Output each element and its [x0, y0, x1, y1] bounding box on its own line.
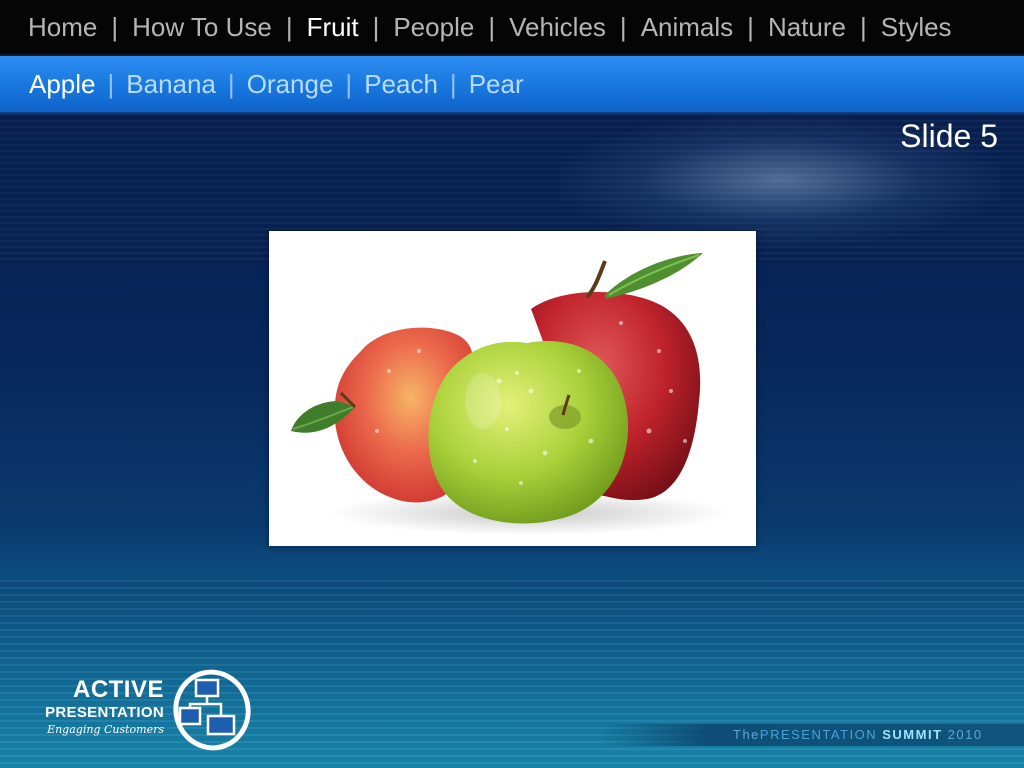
sub-nav-items: Apple | Banana | Orange | Peach | Pear: [29, 56, 524, 112]
nav-how-to-use[interactable]: How To Use: [132, 12, 272, 43]
nav-separator: |: [859, 11, 867, 42]
subnav-banana[interactable]: Banana: [126, 69, 216, 100]
subnav-separator: |: [449, 68, 457, 99]
footer-year: 2010: [947, 727, 983, 742]
footer-summit: SUMMIT: [882, 727, 943, 742]
nav-separator: |: [619, 11, 627, 42]
nav-home[interactable]: Home: [28, 12, 97, 43]
green-apple-shape: [428, 341, 629, 524]
slide-number: Slide 5: [900, 118, 998, 154]
logo-tagline: Engaging Customers: [47, 723, 164, 736]
apples-illustration: [291, 253, 729, 535]
nav-fruit[interactable]: Fruit: [307, 12, 359, 43]
subnav-separator: |: [345, 68, 353, 99]
subnav-apple[interactable]: Apple: [29, 69, 96, 100]
top-nav-bar: Home | How To Use | Fruit | People | Veh…: [0, 0, 1024, 56]
nav-separator: |: [111, 11, 119, 42]
footer-presentation: PRESENTATION: [759, 727, 878, 742]
nav-separator: |: [488, 11, 496, 42]
subnav-peach[interactable]: Peach: [364, 69, 438, 100]
nav-people[interactable]: People: [393, 12, 474, 43]
sub-nav-bar: Apple | Banana | Orange | Peach | Pear: [0, 56, 1024, 114]
nav-animals[interactable]: Animals: [641, 12, 733, 43]
nav-separator: |: [372, 11, 380, 42]
logo-line-presentation: PRESENTATION: [45, 704, 164, 721]
org-chart-logo-icon: [173, 669, 251, 751]
nav-nature[interactable]: Nature: [768, 12, 846, 43]
subnav-orange[interactable]: Orange: [247, 69, 334, 100]
footer-the: The: [733, 727, 760, 742]
subnav-separator: |: [227, 68, 235, 99]
top-nav-items: Home | How To Use | Fruit | People | Veh…: [28, 0, 952, 54]
nav-separator: |: [285, 11, 293, 42]
subnav-separator: |: [107, 68, 115, 99]
brand-logo: ACTIVE PRESENTATION Engaging Customers: [28, 677, 164, 737]
nav-vehicles[interactable]: Vehicles: [509, 12, 606, 43]
subnav-pear[interactable]: Pear: [469, 69, 524, 100]
nav-separator: |: [747, 11, 754, 42]
footer-summit-text: ThePRESENTATION SUMMIT 2010: [733, 727, 983, 742]
apples-photo: [269, 231, 756, 546]
logo-line-active: ACTIVE: [72, 676, 164, 703]
nav-styles[interactable]: Styles: [881, 12, 952, 43]
